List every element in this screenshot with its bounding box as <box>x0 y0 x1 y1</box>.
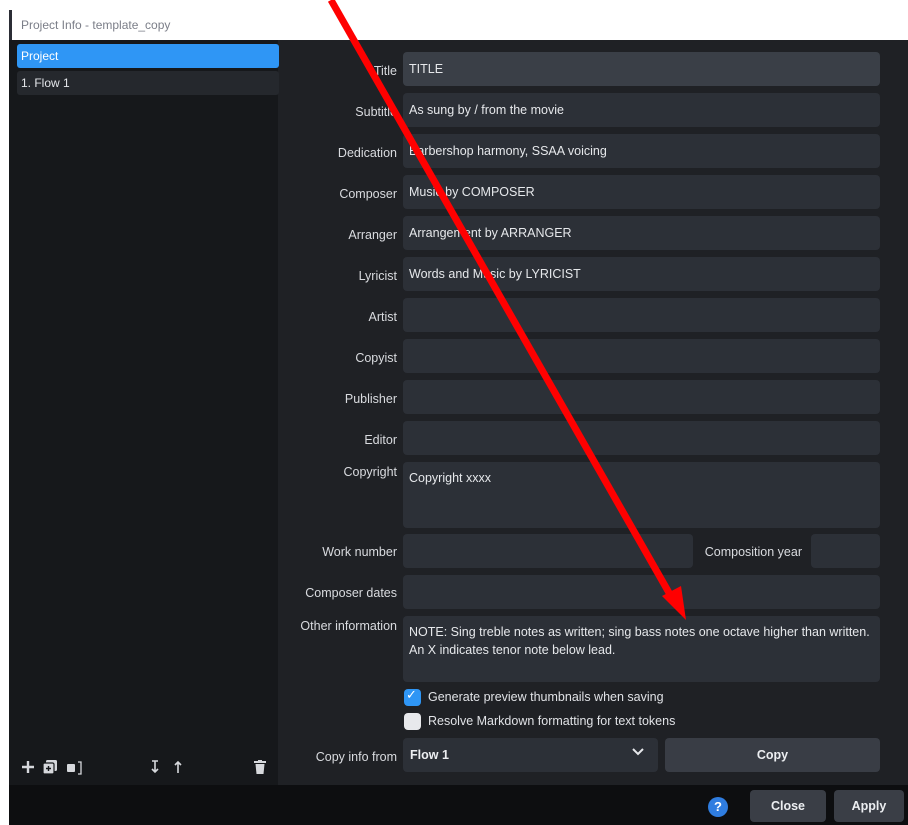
artist-field[interactable] <box>403 298 880 332</box>
title-field[interactable]: TITLE <box>403 52 880 86</box>
other-information-label: Other information <box>300 619 397 633</box>
copy-info-select[interactable]: Flow 1 <box>403 738 658 772</box>
checkmark-icon: ✓ <box>406 688 417 703</box>
sidebar-toolbar <box>9 755 278 785</box>
resolve-markdown-checkbox[interactable] <box>404 713 421 730</box>
window-title: Project Info - template_copy <box>21 18 171 32</box>
title-label: Title <box>373 64 397 78</box>
close-button[interactable]: Close <box>750 790 826 822</box>
title-bar: Project Info - template_copy <box>9 10 908 40</box>
composer-dates-label: Composer dates <box>305 586 397 600</box>
copyist-label: Copyist <box>355 351 397 365</box>
composition-year-field[interactable] <box>811 534 880 568</box>
copy-info-from-label: Copy info from <box>315 750 397 764</box>
copy-button[interactable]: Copy <box>665 738 880 772</box>
composer-dates-field[interactable] <box>403 575 880 609</box>
composer-field[interactable]: Music by COMPOSER <box>403 175 880 209</box>
arranger-label: Arranger <box>348 228 397 242</box>
editor-label: Editor <box>364 433 397 447</box>
subtitle-label: Subtitle <box>355 105 397 119</box>
sidebar-item-flow-1[interactable]: 1. Flow 1 <box>17 71 279 95</box>
other-information-field[interactable]: NOTE: Sing treble notes as written; sing… <box>403 616 880 682</box>
apply-button[interactable]: Apply <box>834 790 904 822</box>
publisher-field[interactable] <box>403 380 880 414</box>
help-icon[interactable]: ? <box>708 797 728 817</box>
lyricist-field[interactable]: Words and Music by LYRICIST <box>403 257 880 291</box>
delete-icon[interactable] <box>251 759 269 779</box>
copy-info-selected: Flow 1 <box>410 748 449 762</box>
add-icon[interactable] <box>19 759 37 779</box>
subtitle-field[interactable]: As sung by / from the movie <box>403 93 880 127</box>
duplicate-icon[interactable] <box>41 759 59 779</box>
publisher-label: Publisher <box>344 392 397 406</box>
move-up-icon[interactable] <box>169 759 187 779</box>
artist-label: Artist <box>368 310 397 324</box>
dedication-field[interactable]: Barbershop harmony, SSAA voicing <box>403 134 880 168</box>
work-number-label: Work number <box>322 545 397 559</box>
move-down-icon[interactable] <box>146 759 164 779</box>
lyricist-label: Lyricist <box>358 269 397 283</box>
chevron-down-icon <box>632 746 644 761</box>
arranger-field[interactable]: Arrangement by ARRANGER <box>403 216 880 250</box>
editor-field[interactable] <box>403 421 880 455</box>
work-number-field[interactable] <box>403 534 693 568</box>
copyright-label: Copyright <box>343 465 398 479</box>
sidebar-item-project[interactable]: Project <box>17 44 279 68</box>
composer-label: Composer <box>339 187 397 201</box>
sidebar-item-label: Project <box>21 49 59 63</box>
sidebar-item-label: 1. Flow 1 <box>21 76 70 90</box>
resolve-markdown-label: Resolve Markdown formatting for text tok… <box>428 714 676 728</box>
composition-year-label: Composition year <box>704 545 802 559</box>
dedication-label: Dedication <box>337 146 397 160</box>
split-icon[interactable] <box>66 759 84 779</box>
generate-thumbnails-label: Generate preview thumbnails when saving <box>428 690 664 704</box>
sidebar: Project 1. Flow 1 <box>9 40 279 785</box>
title-bar-accent <box>9 10 12 40</box>
copyright-field[interactable]: Copyright xxxx <box>403 462 880 528</box>
generate-thumbnails-checkbox[interactable]: ✓ <box>404 688 421 706</box>
copyist-field[interactable] <box>403 339 880 373</box>
